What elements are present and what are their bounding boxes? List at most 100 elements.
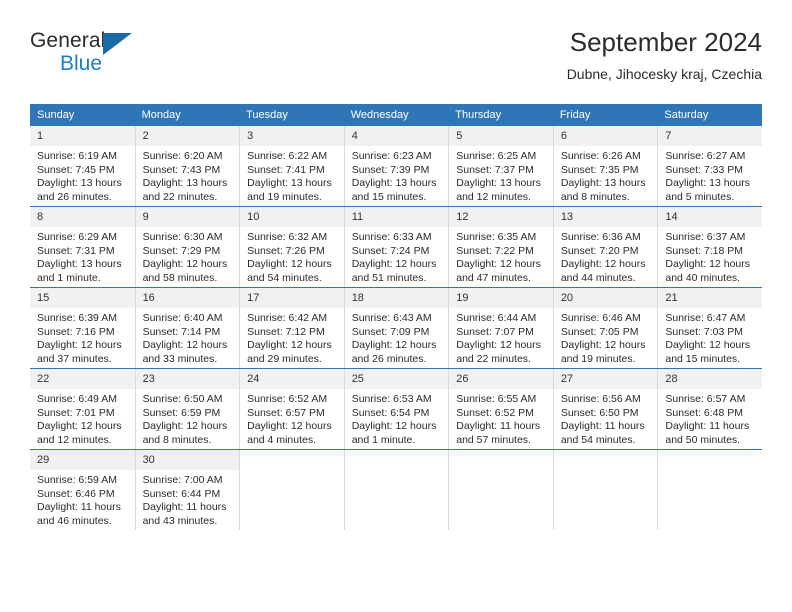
calendar-page: General Blue September 2024 Dubne, Jihoc… bbox=[0, 0, 792, 612]
day-details: Sunrise: 6:35 AM Sunset: 7:22 PM Daylight:… bbox=[449, 227, 553, 285]
daylight-duration-line2: and 5 minutes. bbox=[665, 190, 735, 203]
sunrise-time: Sunrise: 6:49 AM bbox=[37, 393, 117, 405]
sunrise-time: Sunrise: 6:37 AM bbox=[665, 231, 746, 243]
calendar-week-row: 29 Sunrise: 6:59 AM Sunset: 6:46 PM Dayligh… bbox=[30, 449, 762, 530]
day-number: 10 bbox=[240, 207, 344, 227]
calendar-week-row: 15 Sunrise: 6:39 AM Sunset: 7:16 PM Dayligh… bbox=[30, 287, 762, 369]
daylight-duration-line2: and 12 minutes. bbox=[37, 433, 112, 446]
daylight-duration-line2: and 12 minutes. bbox=[456, 190, 531, 203]
day-cell-inner: 15 Sunrise: 6:39 AM Sunset: 7:16 PM Dayligh… bbox=[30, 288, 135, 368]
day-number: 6 bbox=[553, 126, 658, 146]
calendar-day-cell[interactable]: 20 Sunrise: 6:46 AM Sunset: 7:05 PM Dayligh… bbox=[552, 287, 658, 369]
day-number: 16 bbox=[135, 288, 240, 308]
calendar-day-cell[interactable]: 22 Sunrise: 6:49 AM Sunset: 7:01 PM Dayligh… bbox=[30, 368, 135, 450]
weekday-header-thursday: Thursday bbox=[448, 104, 553, 126]
day-details: Sunrise: 6:19 AM Sunset: 7:45 PM Daylight:… bbox=[30, 146, 135, 204]
general-blue-logo[interactable]: General Blue bbox=[30, 30, 250, 86]
sunset-time: Sunset: 7:12 PM bbox=[247, 325, 325, 338]
day-details: Sunrise: 6:56 AM Sunset: 6:50 PM Daylight:… bbox=[554, 389, 658, 447]
calendar-day-cell[interactable]: 25 Sunrise: 6:53 AM Sunset: 6:54 PM Dayligh… bbox=[343, 368, 449, 450]
sunset-time: Sunset: 7:45 PM bbox=[37, 163, 115, 176]
calendar-day-cell[interactable]: 9 Sunrise: 6:30 AM Sunset: 7:29 PM Daylight… bbox=[134, 206, 240, 288]
sunset-time: Sunset: 7:14 PM bbox=[142, 325, 221, 338]
day-details: Sunrise: 6:40 AM Sunset: 7:14 PM Daylight:… bbox=[136, 308, 240, 366]
calendar-day-cell[interactable]: 21 Sunrise: 6:47 AM Sunset: 7:03 PM Dayligh… bbox=[657, 287, 762, 369]
calendar-day-cell[interactable]: 6 Sunrise: 6:26 AM Sunset: 7:35 PM Daylight… bbox=[552, 126, 658, 207]
day-details: Sunrise: 6:29 AM Sunset: 7:31 PM Daylight:… bbox=[30, 227, 135, 285]
calendar-body: 1 Sunrise: 6:19 AM Sunset: 7:45 PM Daylight… bbox=[30, 126, 762, 530]
sunrise-time: Sunrise: 6:52 AM bbox=[247, 393, 328, 405]
sunrise-time: Sunrise: 6:46 AM bbox=[560, 312, 641, 324]
sunset-time: Sunset: 6:46 PM bbox=[37, 487, 115, 500]
sunset-time: Sunset: 7:31 PM bbox=[37, 244, 115, 257]
calendar-day-cell[interactable]: 13 Sunrise: 6:36 AM Sunset: 7:20 PM Dayligh… bbox=[552, 206, 658, 288]
sunrise-time: Sunrise: 6:55 AM bbox=[456, 393, 537, 405]
daylight-duration-line2: and 43 minutes. bbox=[142, 514, 218, 527]
calendar-day-cell[interactable]: 11 Sunrise: 6:33 AM Sunset: 7:24 PM Dayligh… bbox=[343, 206, 449, 288]
calendar-day-cell[interactable]: 18 Sunrise: 6:43 AM Sunset: 7:09 PM Dayligh… bbox=[343, 287, 449, 369]
day-number: 18 bbox=[344, 288, 449, 308]
calendar-day-cell[interactable]: 10 Sunrise: 6:32 AM Sunset: 7:26 PM Dayligh… bbox=[239, 206, 344, 288]
sunrise-time: Sunrise: 6:22 AM bbox=[247, 150, 328, 162]
calendar-day-cell[interactable]: 26 Sunrise: 6:55 AM Sunset: 6:52 PM Dayligh… bbox=[448, 368, 553, 450]
day-cell-inner bbox=[657, 450, 762, 530]
calendar-day-cell[interactable]: 15 Sunrise: 6:39 AM Sunset: 7:16 PM Dayligh… bbox=[30, 287, 135, 369]
calendar-day-cell[interactable]: 19 Sunrise: 6:44 AM Sunset: 7:07 PM Dayligh… bbox=[448, 287, 553, 369]
sunrise-time: Sunrise: 6:50 AM bbox=[142, 393, 223, 405]
sunrise-time: Sunrise: 6:30 AM bbox=[142, 231, 223, 243]
calendar-day-cell[interactable]: 3 Sunrise: 6:22 AM Sunset: 7:41 PM Daylight… bbox=[239, 126, 344, 207]
daylight-duration-line1: Daylight: 12 hours bbox=[456, 339, 541, 352]
sunrise-time: Sunrise: 6:20 AM bbox=[142, 150, 223, 162]
calendar-day-cell[interactable]: 16 Sunrise: 6:40 AM Sunset: 7:14 PM Dayligh… bbox=[134, 287, 240, 369]
sunset-time: Sunset: 6:48 PM bbox=[665, 406, 744, 419]
sunrise-time: Sunrise: 6:32 AM bbox=[247, 231, 328, 243]
calendar-day-cell[interactable]: 14 Sunrise: 6:37 AM Sunset: 7:18 PM Dayligh… bbox=[657, 206, 762, 288]
calendar-day-cell[interactable]: 2 Sunrise: 6:20 AM Sunset: 7:43 PM Daylight… bbox=[134, 126, 240, 207]
page-title: September 2024 bbox=[569, 27, 762, 57]
sunset-time: Sunset: 7:43 PM bbox=[142, 163, 221, 176]
calendar-day-cell[interactable]: 28 Sunrise: 6:57 AM Sunset: 6:48 PM Dayligh… bbox=[657, 368, 762, 450]
day-details: Sunrise: 6:39 AM Sunset: 7:16 PM Daylight:… bbox=[30, 308, 135, 366]
sunset-time: Sunset: 7:26 PM bbox=[247, 244, 325, 257]
day-number: 30 bbox=[135, 450, 240, 470]
sunset-time: Sunset: 7:39 PM bbox=[351, 163, 430, 176]
day-cell-inner: 30 Sunrise: 7:00 AM Sunset: 6:44 PM Dayligh… bbox=[134, 450, 240, 530]
daylight-duration-line2: and 15 minutes. bbox=[351, 190, 427, 203]
calendar-day-cell[interactable]: 8 Sunrise: 6:29 AM Sunset: 7:31 PM Daylight… bbox=[30, 206, 135, 288]
calendar-day-cell[interactable]: 23 Sunrise: 6:50 AM Sunset: 6:59 PM Dayligh… bbox=[134, 368, 240, 450]
day-cell-inner: 2 Sunrise: 6:20 AM Sunset: 7:43 PM Daylight… bbox=[134, 126, 240, 206]
day-details: Sunrise: 6:42 AM Sunset: 7:12 PM Daylight:… bbox=[240, 308, 344, 366]
sunrise-time: Sunrise: 6:56 AM bbox=[560, 393, 641, 405]
day-cell-inner: 12 Sunrise: 6:35 AM Sunset: 7:22 PM Dayligh… bbox=[448, 207, 553, 287]
daylight-duration-line2: and 54 minutes. bbox=[560, 433, 636, 446]
day-details: Sunrise: 6:25 AM Sunset: 7:37 PM Daylight:… bbox=[449, 146, 553, 204]
day-details: Sunrise: 6:33 AM Sunset: 7:24 PM Daylight:… bbox=[345, 227, 449, 285]
day-cell-inner: 24 Sunrise: 6:52 AM Sunset: 6:57 PM Dayligh… bbox=[239, 369, 344, 449]
calendar-day-cell[interactable]: 1 Sunrise: 6:19 AM Sunset: 7:45 PM Daylight… bbox=[30, 126, 135, 207]
daylight-duration-line2: and 46 minutes. bbox=[37, 514, 112, 527]
calendar-day-cell[interactable]: 24 Sunrise: 6:52 AM Sunset: 6:57 PM Dayligh… bbox=[239, 368, 344, 450]
calendar-day-cell[interactable]: 5 Sunrise: 6:25 AM Sunset: 7:37 PM Daylight… bbox=[448, 126, 553, 207]
calendar-day-cell[interactable]: 27 Sunrise: 6:56 AM Sunset: 6:50 PM Dayligh… bbox=[552, 368, 658, 450]
calendar-day-cell[interactable]: 4 Sunrise: 6:23 AM Sunset: 7:39 PM Daylight… bbox=[343, 126, 449, 207]
weekday-header-row: Sunday Monday Tuesday Wednesday Thursday… bbox=[30, 104, 762, 126]
day-number: 24 bbox=[240, 369, 344, 389]
weekday-header-sunday: Sunday bbox=[30, 104, 135, 126]
daylight-duration-line2: and 19 minutes. bbox=[247, 190, 322, 203]
calendar-week-row: 22 Sunrise: 6:49 AM Sunset: 7:01 PM Dayligh… bbox=[30, 368, 762, 450]
calendar-day-cell[interactable]: 29 Sunrise: 6:59 AM Sunset: 6:46 PM Dayligh… bbox=[30, 449, 135, 530]
calendar-day-cell[interactable]: 7 Sunrise: 6:27 AM Sunset: 7:33 PM Daylight… bbox=[657, 126, 762, 207]
day-cell-inner: 27 Sunrise: 6:56 AM Sunset: 6:50 PM Dayligh… bbox=[552, 369, 658, 449]
sunrise-time: Sunrise: 6:36 AM bbox=[560, 231, 641, 243]
calendar-day-cell[interactable]: 17 Sunrise: 6:42 AM Sunset: 7:12 PM Dayligh… bbox=[239, 287, 344, 369]
calendar-day-cell[interactable]: 30 Sunrise: 7:00 AM Sunset: 6:44 PM Dayligh… bbox=[134, 449, 240, 530]
day-cell-inner: 8 Sunrise: 6:29 AM Sunset: 7:31 PM Daylight… bbox=[30, 207, 135, 287]
daylight-duration-line1: Daylight: 12 hours bbox=[665, 258, 751, 271]
day-cell-inner: 17 Sunrise: 6:42 AM Sunset: 7:12 PM Dayligh… bbox=[239, 288, 344, 368]
day-cell-inner: 28 Sunrise: 6:57 AM Sunset: 6:48 PM Dayligh… bbox=[657, 369, 762, 449]
day-cell-inner: 21 Sunrise: 6:47 AM Sunset: 7:03 PM Dayligh… bbox=[657, 288, 762, 368]
daylight-duration-line2: and 54 minutes. bbox=[247, 271, 322, 284]
sunrise-time: Sunrise: 6:19 AM bbox=[37, 150, 117, 162]
calendar-day-cell[interactable]: 12 Sunrise: 6:35 AM Sunset: 7:22 PM Dayligh… bbox=[448, 206, 553, 288]
sunrise-time: Sunrise: 6:42 AM bbox=[247, 312, 328, 324]
